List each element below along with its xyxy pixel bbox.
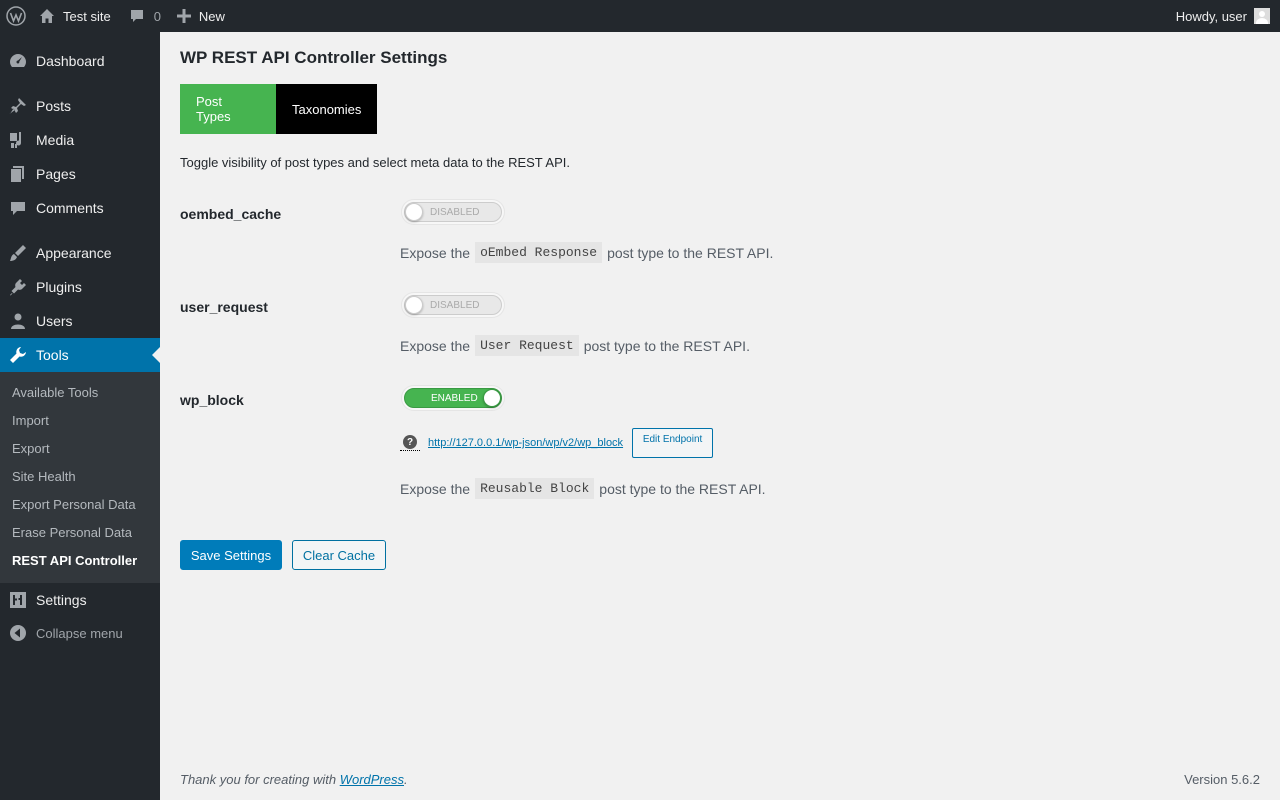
new-label: New	[198, 8, 225, 24]
toggle-knob	[483, 389, 501, 407]
sidebar-item-label: Appearance	[36, 245, 112, 261]
desc-pre: Expose the	[400, 480, 471, 497]
sidebar-item-settings[interactable]: Settings	[0, 583, 160, 617]
collapse-menu-button[interactable]: Collapse menu	[0, 616, 160, 650]
post-type-code: oEmbed Response	[475, 242, 603, 263]
user-icon	[11, 313, 25, 329]
submenu-rest-api-controller[interactable]: REST API Controller	[12, 553, 137, 568]
sidebar-item-dashboard[interactable]: Dashboard	[0, 44, 160, 78]
sidebar-item-users[interactable]: Users	[0, 304, 160, 338]
howdy-label: Howdy, user	[1175, 8, 1247, 24]
settings-icon	[10, 592, 26, 608]
row-description-oembed-cache: Expose the oEmbed Response post type to …	[400, 242, 773, 263]
toggle-state-label: DISABLED	[430, 299, 480, 311]
admin-bar-new[interactable]: New	[169, 0, 233, 32]
toggle-state-label: ENABLED	[431, 392, 478, 404]
toggle-oembed-cache[interactable]: DISABLED	[402, 200, 504, 224]
toggle-knob	[405, 203, 423, 221]
sidebar-item-media[interactable]: Media	[0, 123, 160, 157]
row-label-user-request: user_request	[180, 299, 268, 315]
page-title: WP REST API Controller Settings	[180, 48, 448, 67]
submenu-export-personal-data[interactable]: Export Personal Data	[12, 497, 136, 512]
sidebar-item-label: Posts	[36, 98, 72, 114]
edit-endpoint-button[interactable]: Edit Endpoint	[632, 428, 714, 458]
wordpress-link[interactable]: WordPress	[340, 772, 404, 787]
submenu-export[interactable]: Export	[12, 441, 50, 456]
collapse-label: Collapse menu	[36, 625, 123, 641]
comment-count: 0	[153, 8, 161, 24]
admin-bar: Test site 0 New Howdy, user	[0, 0, 1280, 32]
sidebar-item-label: Plugins	[36, 279, 82, 295]
footer-thanks: Thank you for creating with WordPress.	[180, 772, 408, 787]
row-label-oembed-cache: oembed_cache	[180, 206, 282, 222]
submenu-available-tools[interactable]: Available Tools	[12, 385, 98, 400]
home-icon	[40, 9, 54, 23]
media-icon	[10, 132, 22, 148]
post-type-code: User Request	[475, 335, 579, 356]
sidebar-item-tools[interactable]: Tools	[0, 338, 160, 372]
sidebar-item-label: Users	[36, 313, 73, 329]
help-icon[interactable]: ?	[400, 435, 420, 451]
collapse-icon	[10, 625, 26, 641]
sidebar-item-label: Media	[36, 132, 75, 148]
pin-icon	[9, 98, 27, 114]
sidebar-item-posts[interactable]: Posts	[0, 89, 160, 123]
tools-submenu: Available Tools Import Export Site Healt…	[0, 372, 160, 583]
admin-bar-account[interactable]: Howdy, user	[1168, 0, 1280, 32]
pages-icon	[11, 166, 24, 182]
sidebar-item-label: Tools	[36, 347, 69, 363]
plus-icon	[176, 9, 191, 23]
save-settings-button[interactable]: Save Settings	[180, 540, 282, 570]
comment-icon	[11, 202, 25, 215]
wordpress-logo-icon[interactable]	[0, 0, 33, 32]
desc-post: post type to the REST API.	[583, 337, 750, 354]
sidebar-item-plugins[interactable]: Plugins	[0, 270, 160, 304]
toggle-user-request[interactable]: DISABLED	[402, 293, 504, 317]
row-description-user-request: Expose the User Request post type to the…	[400, 335, 750, 356]
settings-tabs: Post Types Taxonomies	[180, 84, 377, 134]
sidebar-item-label: Dashboard	[36, 53, 105, 69]
plug-icon	[10, 279, 26, 296]
toggle-knob	[405, 296, 423, 314]
dashboard-icon	[10, 54, 26, 67]
submenu-import[interactable]: Import	[12, 413, 49, 428]
wrench-icon	[10, 347, 26, 363]
admin-bar-site[interactable]: Test site	[33, 0, 119, 32]
endpoint-row: ? http://127.0.0.1/wp-json/wp/v2/wp_bloc…	[400, 428, 714, 458]
comment-icon	[130, 10, 143, 22]
footer-version: Version 5.6.2	[1184, 772, 1260, 787]
sidebar-item-pages[interactable]: Pages	[0, 157, 160, 191]
desc-post: post type to the REST API.	[599, 480, 766, 497]
tab-taxonomies[interactable]: Taxonomies	[276, 84, 377, 134]
desc-pre: Expose the	[400, 244, 471, 261]
sidebar-item-appearance[interactable]: Appearance	[0, 236, 160, 270]
site-name: Test site	[63, 8, 111, 24]
post-type-code: Reusable Block	[475, 478, 595, 499]
admin-bar-comments[interactable]: 0	[119, 0, 169, 32]
clear-cache-button[interactable]: Clear Cache	[292, 540, 386, 570]
sidebar-item-label: Comments	[36, 200, 104, 216]
endpoint-link[interactable]: http://127.0.0.1/wp-json/wp/v2/wp_block	[428, 437, 623, 449]
desc-post: post type to the REST API.	[607, 244, 774, 261]
intro-text: Toggle visibility of post types and sele…	[180, 155, 570, 170]
toggle-state-label: DISABLED	[430, 206, 480, 218]
tab-post-types[interactable]: Post Types	[180, 84, 276, 134]
submenu-erase-personal-data[interactable]: Erase Personal Data	[12, 525, 132, 540]
submenu-site-health[interactable]: Site Health	[12, 469, 76, 484]
admin-sidebar: Dashboard Posts Media Pages Comments App…	[0, 32, 160, 800]
sidebar-item-comments[interactable]: Comments	[0, 191, 160, 225]
desc-pre: Expose the	[400, 337, 471, 354]
toggle-wp-block[interactable]: ENABLED	[402, 386, 504, 410]
brush-icon	[10, 245, 26, 261]
sidebar-item-label: Settings	[36, 592, 87, 608]
row-description-wp-block: Expose the Reusable Block post type to t…	[400, 478, 766, 499]
avatar	[1254, 8, 1270, 24]
row-label-wp-block: wp_block	[180, 392, 244, 408]
sidebar-item-label: Pages	[36, 166, 76, 182]
